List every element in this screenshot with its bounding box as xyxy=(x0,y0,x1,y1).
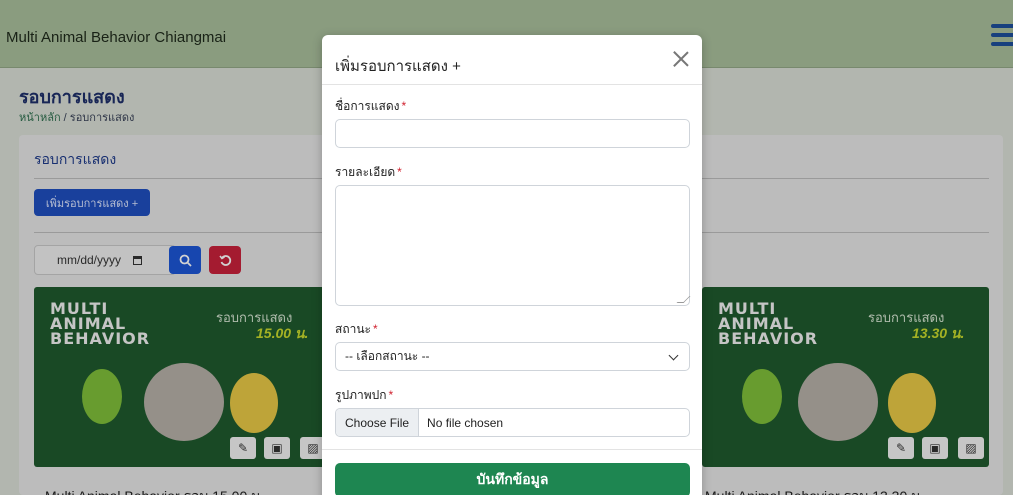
detail-label: รายละเอียด * xyxy=(335,165,402,179)
cover-image-file-input[interactable]: Choose File No file chosen xyxy=(335,408,690,437)
modal-header: เพิ่มรอบการแสดง + xyxy=(322,35,702,85)
show-name-input[interactable] xyxy=(335,119,690,148)
file-status-text: No file chosen xyxy=(427,415,504,430)
detail-textarea[interactable] xyxy=(335,185,691,306)
resize-handle-icon[interactable] xyxy=(676,296,691,303)
status-label: สถานะ * xyxy=(335,322,378,336)
modal-title: เพิ่มรอบการแสดง + xyxy=(335,58,461,75)
close-icon[interactable] xyxy=(670,48,692,70)
save-button[interactable]: บันทึกข้อมูล xyxy=(335,463,690,495)
choose-file-button[interactable]: Choose File xyxy=(336,409,420,436)
add-show-modal: เพิ่มรอบการแสดง + ชื่อการแสดง * รายละเอีย… xyxy=(322,35,702,495)
chevron-down-icon xyxy=(668,350,679,361)
show-name-label: ชื่อการแสดง * xyxy=(335,99,407,113)
status-selected-value: -- เลือกสถานะ -- xyxy=(345,349,430,363)
cover-image-label: รูปภาพปก * xyxy=(335,388,394,402)
modal-divider xyxy=(322,449,702,450)
status-select[interactable]: -- เลือกสถานะ -- xyxy=(335,342,690,371)
